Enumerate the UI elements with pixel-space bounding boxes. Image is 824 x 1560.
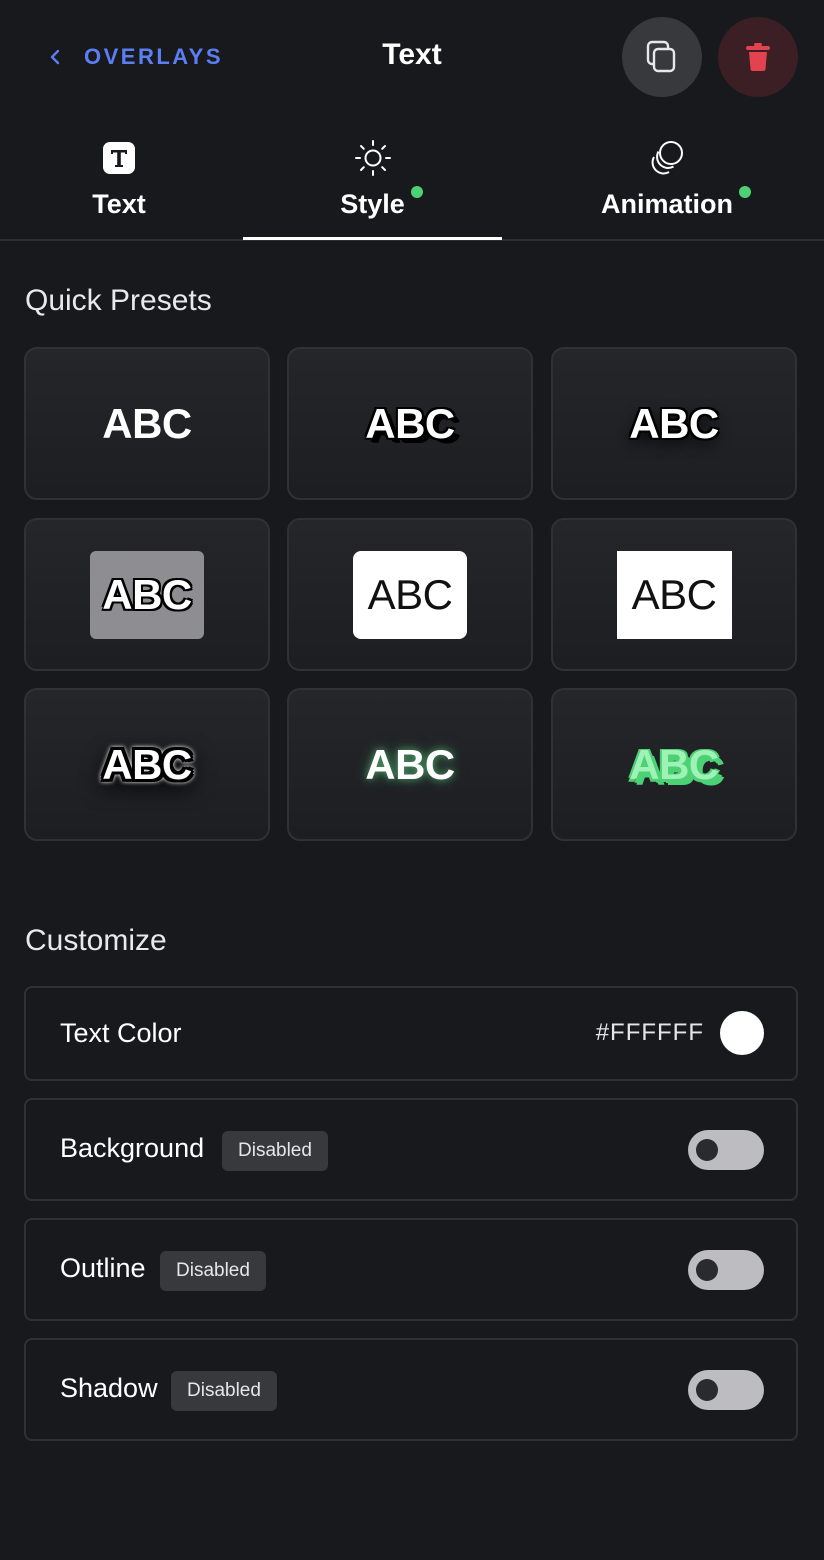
sun-icon: [354, 139, 392, 177]
tab-label: Animation: [601, 189, 733, 219]
outline-toggle[interactable]: [688, 1250, 764, 1290]
layers-circles-icon: [648, 139, 686, 177]
preset-label: ABC: [365, 740, 455, 788]
tab-label: Style: [340, 189, 405, 219]
outline-row: Outline Disabled: [24, 1218, 798, 1321]
toggle-knob: [696, 1259, 718, 1281]
delete-button[interactable]: [718, 17, 798, 97]
preset-plain[interactable]: ABC: [24, 347, 270, 500]
color-swatch[interactable]: [720, 1011, 764, 1055]
preset-white-rounded-box[interactable]: ABC: [287, 518, 533, 671]
duplicate-button[interactable]: [622, 17, 702, 97]
active-tab-indicator: [243, 237, 502, 240]
status-badge: Disabled: [222, 1131, 328, 1171]
preset-label: ABC: [365, 399, 455, 447]
preset-white-square-box[interactable]: ABC: [551, 518, 797, 671]
chevron-left-icon: [50, 49, 60, 65]
preset-label: ABC: [102, 570, 192, 618]
preset-green-hard-shadow[interactable]: ABC: [551, 688, 797, 841]
toggle-knob: [696, 1139, 718, 1161]
copy-icon: [646, 40, 676, 73]
text-t-icon: [100, 139, 138, 177]
shadow-row: Shadow Disabled: [24, 1338, 798, 1441]
preset-label: ABC: [102, 740, 192, 788]
preset-thick-outline[interactable]: ABC: [24, 688, 270, 841]
tab-animation[interactable]: Animation: [532, 114, 802, 241]
text-color-value: #FFFFFF: [595, 1019, 704, 1046]
preset-label: ABC: [102, 399, 192, 447]
tab-text[interactable]: Text: [0, 114, 238, 241]
back-label: OVERLAYS: [84, 44, 224, 69]
back-button[interactable]: OVERLAYS: [48, 40, 223, 74]
background-row: Background Disabled: [24, 1098, 798, 1201]
status-dot: [739, 186, 751, 198]
background-label: Background: [60, 1133, 205, 1163]
preset-label: ABC: [631, 570, 717, 618]
preset-background-box: ABC: [353, 550, 467, 639]
status-dot: [411, 186, 423, 198]
preset-label: ABC: [367, 570, 453, 618]
text-color-row[interactable]: Text Color #FFFFFF: [24, 986, 798, 1081]
preset-label: ABC: [629, 399, 719, 447]
shadow-label: Shadow: [60, 1373, 158, 1403]
tab-style[interactable]: Style: [243, 114, 502, 241]
preset-green-glow[interactable]: ABC: [287, 688, 533, 841]
toggle-knob: [696, 1379, 718, 1401]
customize-title: Customize: [25, 924, 167, 957]
trash-icon: [746, 43, 770, 71]
outline-label: Outline: [60, 1253, 146, 1283]
preset-gray-box-outline[interactable]: ABC: [24, 518, 270, 671]
preset-hard-shadow[interactable]: ABC: [287, 347, 533, 500]
header: OVERLAYS Text: [0, 0, 824, 114]
preset-label: ABC: [629, 740, 719, 788]
preset-background-box: ABC: [90, 550, 204, 639]
status-badge: Disabled: [160, 1251, 266, 1291]
status-badge: Disabled: [171, 1371, 277, 1411]
preset-background-box: ABC: [616, 550, 732, 639]
tab-label: Text: [92, 189, 146, 219]
tab-bar: Text Style Animation: [0, 114, 824, 241]
shadow-toggle[interactable]: [688, 1370, 764, 1410]
text-color-label: Text Color: [60, 1018, 182, 1048]
background-toggle[interactable]: [688, 1130, 764, 1170]
quick-presets-title: Quick Presets: [25, 284, 212, 317]
preset-outline-soft-shadow[interactable]: ABC: [551, 347, 797, 500]
